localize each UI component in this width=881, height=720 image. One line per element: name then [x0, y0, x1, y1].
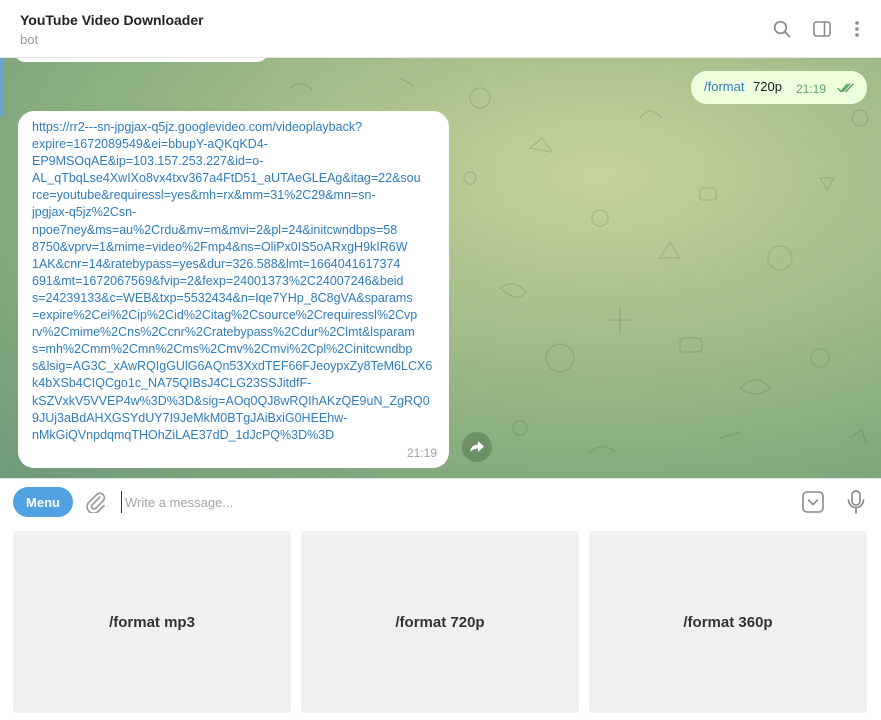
incoming-message[interactable]: https://rr2---sn-jpgjax-q5jz.googlevideo…	[18, 111, 449, 468]
message-composer: Menu	[0, 478, 881, 524]
keyboard-button-format-mp3[interactable]: /format mp3	[13, 531, 291, 713]
outgoing-message[interactable]: /format 720p 21:19	[691, 71, 867, 104]
chat-title[interactable]: YouTube Video Downloader	[20, 12, 204, 28]
forward-icon[interactable]	[462, 432, 492, 462]
double-check-icon	[837, 83, 854, 93]
message-time: 21:19	[406, 446, 437, 460]
video-url-link[interactable]: https://rr2---sn-jpgjax-q5jz.googlevideo…	[32, 119, 442, 444]
previous-message-bubble	[14, 58, 268, 62]
bot-reply-keyboard: /format mp3 /format 720p /format 360p	[0, 524, 881, 720]
more-vertical-icon[interactable]	[845, 17, 869, 41]
telegram-chat-window: YouTube Video Downloader bot /format 720…	[0, 0, 881, 720]
command-argument: 720p	[753, 79, 782, 94]
message-time: 21:19	[796, 82, 827, 96]
bot-keyboard-toggle-icon[interactable]	[801, 490, 825, 514]
chat-subtitle: bot	[20, 32, 39, 47]
keyboard-button-format-720p[interactable]: /format 720p	[301, 531, 579, 713]
chat-history[interactable]: /format 720p 21:19 https://rr2---sn-jpgj…	[0, 58, 881, 478]
microphone-icon[interactable]	[846, 489, 866, 515]
keyboard-button-format-360p[interactable]: /format 360p	[589, 531, 867, 713]
paperclip-icon[interactable]	[84, 491, 106, 513]
search-icon[interactable]	[770, 17, 794, 41]
sidebar-toggle-icon[interactable]	[810, 17, 834, 41]
message-input[interactable]	[121, 491, 781, 513]
menu-button[interactable]: Menu	[13, 487, 73, 517]
bot-command-link[interactable]: /format	[704, 79, 744, 94]
scroll-indicator	[0, 58, 4, 116]
chat-header: YouTube Video Downloader bot	[0, 0, 881, 58]
